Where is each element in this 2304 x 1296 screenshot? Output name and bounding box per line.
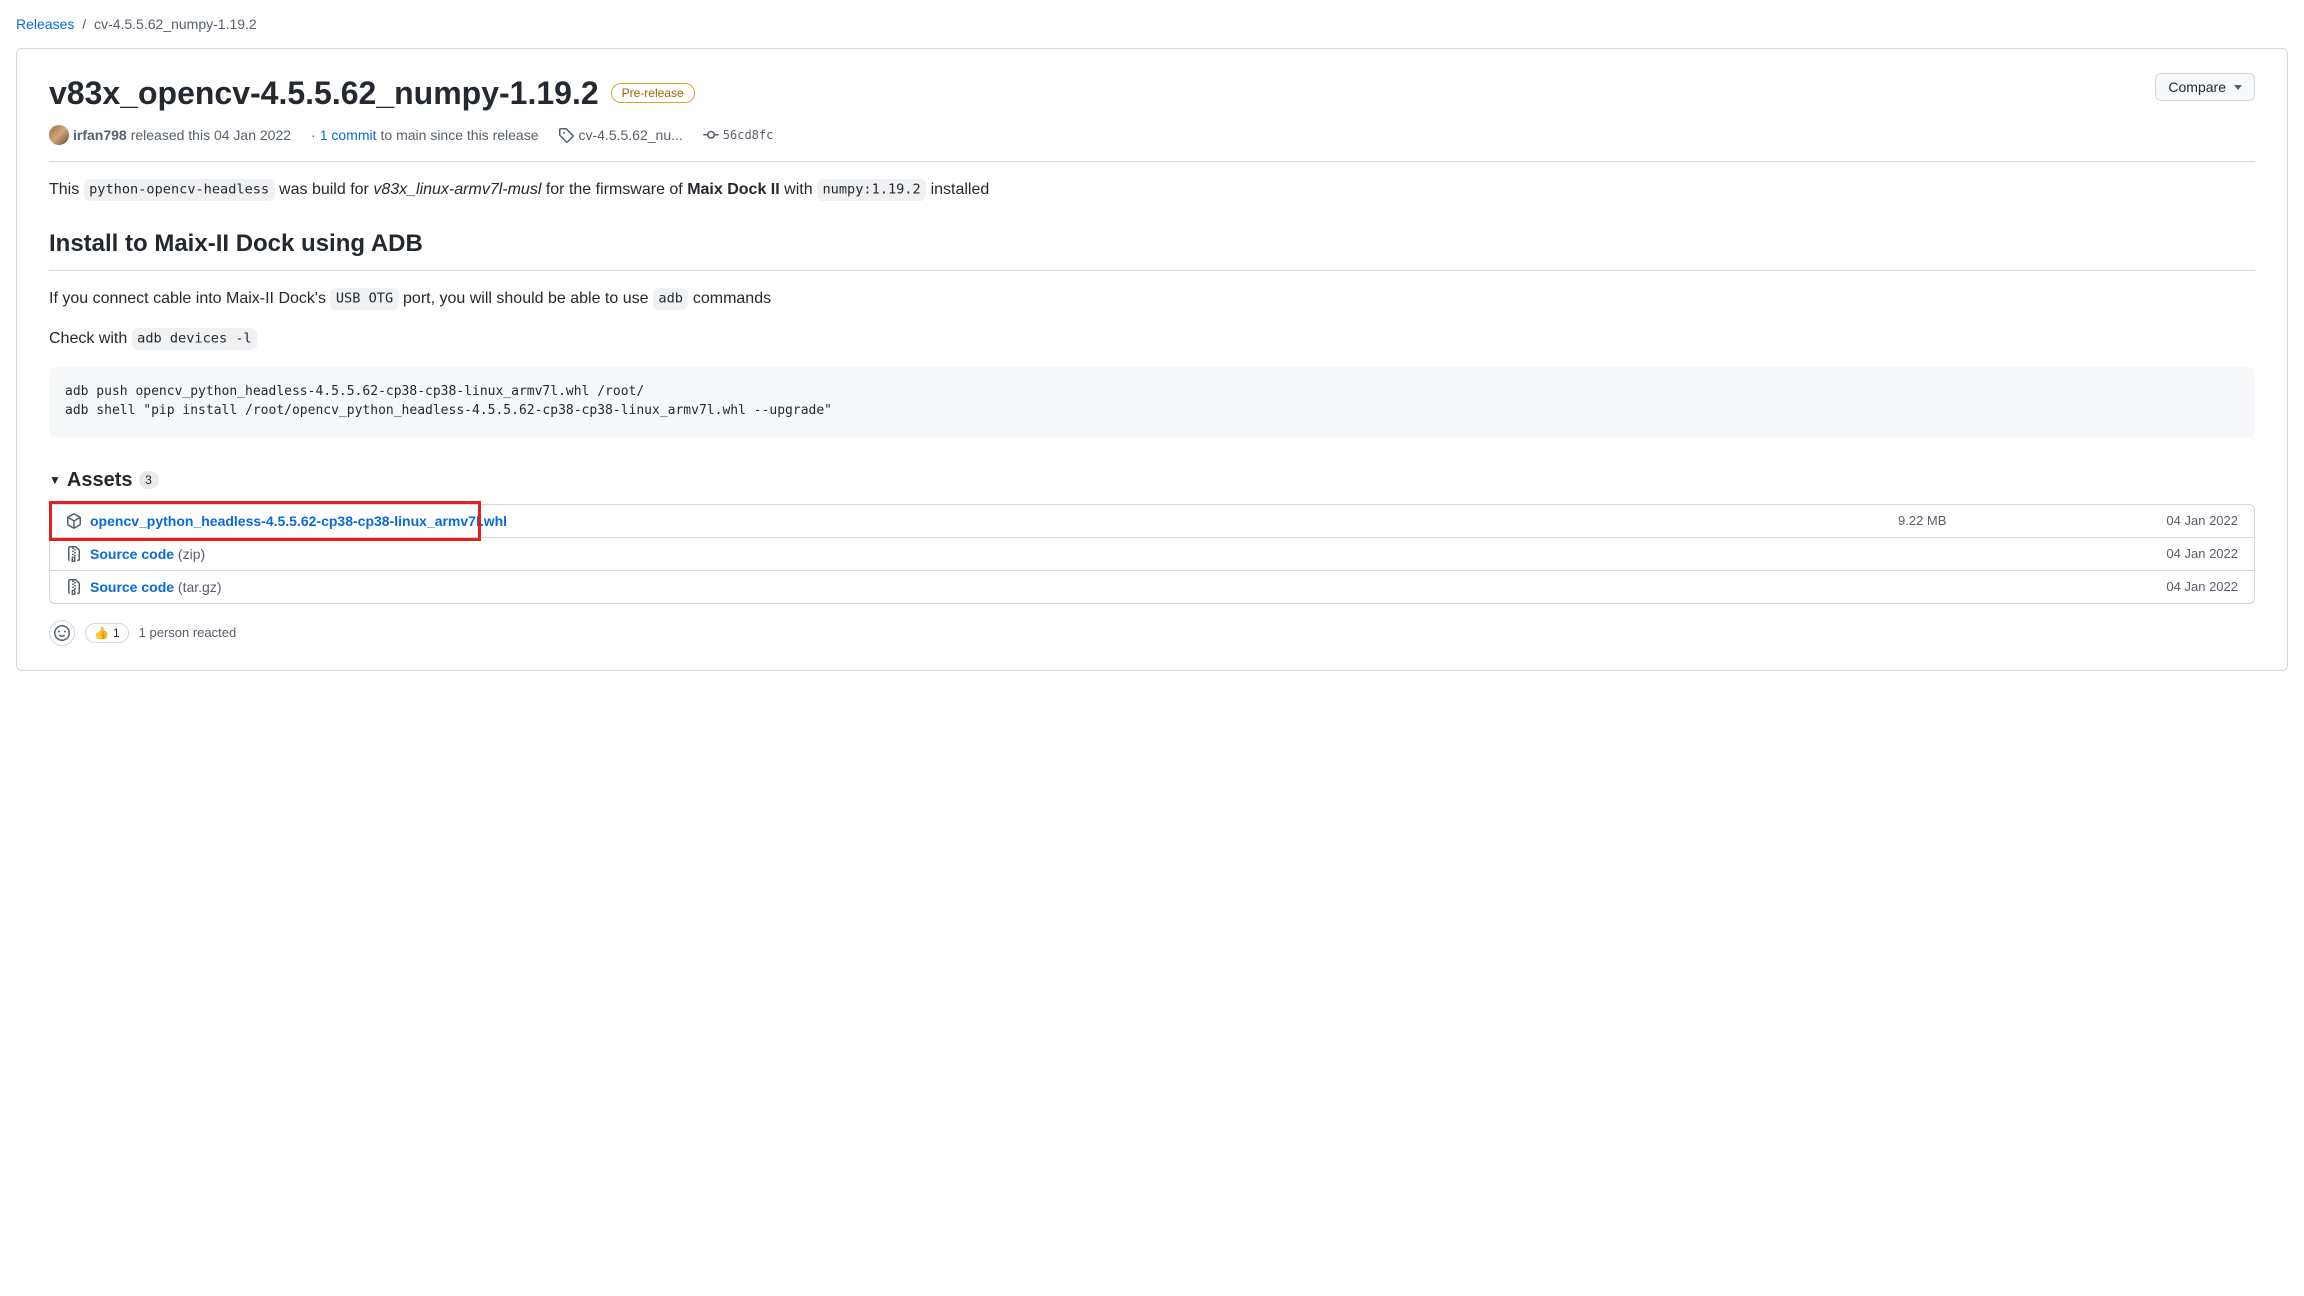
asset-link[interactable]: opencv_python_headless-4.5.5.62-cp38-cp3… xyxy=(90,513,507,529)
asset-date: 04 Jan 2022 xyxy=(2148,579,2238,594)
commit-icon xyxy=(703,127,719,143)
commit-sha-group[interactable]: 56cd8fc xyxy=(703,127,774,143)
tag-group[interactable]: cv-4.5.5.62_nu... xyxy=(558,127,682,143)
caret-down-icon xyxy=(2234,85,2242,90)
usb-paragraph: If you connect cable into Maix-II Dock's… xyxy=(49,287,2255,311)
intro-text-4: with xyxy=(780,181,817,198)
code-block: adb push opencv_python_headless-4.5.5.62… xyxy=(49,367,2255,437)
p3-code-1: adb devices -l xyxy=(132,328,257,349)
intro-em-1: v83x_linux-armv7l-musl xyxy=(373,181,541,198)
intro-code-2: numpy:1.19.2 xyxy=(817,179,926,200)
asset-ext: (tar.gz) xyxy=(178,579,222,595)
breadcrumb-current: cv-4.5.5.62_numpy-1.19.2 xyxy=(94,16,257,32)
release-meta: irfan798 released this 04 Jan 2022 · 1 c… xyxy=(49,125,2255,162)
avatar[interactable] xyxy=(49,125,69,145)
released-date-text: released this 04 Jan 2022 xyxy=(131,127,291,143)
release-header: v83x_opencv-4.5.5.62_numpy-1.19.2 Pre-re… xyxy=(49,73,2255,113)
asset-size: 9.22 MB xyxy=(1898,513,2148,528)
release-title: v83x_opencv-4.5.5.62_numpy-1.19.2 xyxy=(49,73,599,113)
package-icon xyxy=(66,513,82,529)
intro-code-1: python-opencv-headless xyxy=(84,179,275,200)
author-link[interactable]: irfan798 xyxy=(73,127,127,143)
commit-count-group: · 1 commit to main since this release xyxy=(311,127,538,143)
asset-ext: (zip) xyxy=(178,546,205,562)
p2-text-1: If you connect cable into Maix-II Dock's xyxy=(49,290,330,307)
assets-caret-icon: ▼ xyxy=(49,473,61,487)
assets-section: ▼ Assets 3 opencv_python_headless-4.5.5.… xyxy=(49,469,2255,604)
commit-bullet: · xyxy=(311,127,316,143)
p2-text-3: commands xyxy=(688,290,771,307)
p3-text-1: Check with xyxy=(49,330,132,347)
file-zip-icon xyxy=(66,546,82,562)
asset-name-cell: Source code (zip) xyxy=(66,546,1898,562)
asset-row: Source code (tar.gz) 04 Jan 2022 xyxy=(50,571,2254,603)
reactions: 👍 1 1 person reacted xyxy=(49,620,2255,646)
commit-count-link[interactable]: 1 commit xyxy=(320,127,377,143)
asset-link[interactable]: Source code (zip) xyxy=(90,546,205,562)
asset-link-name: Source code xyxy=(90,546,174,562)
release-title-group: v83x_opencv-4.5.5.62_numpy-1.19.2 Pre-re… xyxy=(49,73,695,113)
assets-count-badge: 3 xyxy=(139,471,159,489)
release-container: v83x_opencv-4.5.5.62_numpy-1.19.2 Pre-re… xyxy=(16,48,2288,671)
asset-link-name: Source code xyxy=(90,579,174,595)
asset-date: 04 Jan 2022 xyxy=(2148,546,2238,561)
tag-name: cv-4.5.5.62_nu... xyxy=(578,127,682,143)
asset-row: opencv_python_headless-4.5.5.62-cp38-cp3… xyxy=(50,505,2254,538)
commit-to-branch-text: to main since this release xyxy=(381,127,539,143)
tag-icon xyxy=(558,127,574,143)
p2-code-2: adb xyxy=(653,288,688,309)
compare-label: Compare xyxy=(2168,79,2226,95)
breadcrumb-separator: / xyxy=(82,16,86,32)
asset-date: 04 Jan 2022 xyxy=(2148,513,2238,528)
smiley-icon xyxy=(54,625,70,641)
install-heading: Install to Maix-II Dock using ADB xyxy=(49,226,2255,271)
reaction-thumbs-up[interactable]: 👍 1 xyxy=(85,623,129,643)
prerelease-badge: Pre-release xyxy=(611,83,695,103)
intro-text-2: was build for xyxy=(275,181,374,198)
file-zip-icon xyxy=(66,579,82,595)
thumbs-up-emoji: 👍 xyxy=(94,626,109,640)
intro-text-5: installed xyxy=(926,181,989,198)
reaction-count: 1 xyxy=(113,626,120,640)
breadcrumb: Releases / cv-4.5.5.62_numpy-1.19.2 xyxy=(16,16,2288,32)
release-body: This python-opencv-headless was build fo… xyxy=(49,178,2255,437)
intro-text-3: for the firmsware of xyxy=(541,181,687,198)
breadcrumb-releases-link[interactable]: Releases xyxy=(16,16,74,32)
assets-list: opencv_python_headless-4.5.5.62-cp38-cp3… xyxy=(49,504,2255,604)
intro-text-1: This xyxy=(49,181,84,198)
check-paragraph: Check with adb devices -l xyxy=(49,327,2255,351)
compare-button[interactable]: Compare xyxy=(2155,73,2255,101)
asset-name-cell: opencv_python_headless-4.5.5.62-cp38-cp3… xyxy=(66,513,1898,529)
intro-paragraph: This python-opencv-headless was build fo… xyxy=(49,178,2255,202)
asset-name-cell: Source code (tar.gz) xyxy=(66,579,1898,595)
release-author-group: irfan798 released this 04 Jan 2022 xyxy=(49,125,291,145)
add-reaction-button[interactable] xyxy=(49,620,75,646)
p2-text-2: port, you will should be able to use xyxy=(399,290,653,307)
assets-header-label: Assets xyxy=(67,469,133,492)
commit-sha: 56cd8fc xyxy=(723,128,774,142)
p2-code-1: USB OTG xyxy=(330,288,398,309)
assets-toggle[interactable]: ▼ Assets 3 xyxy=(49,469,2255,492)
asset-row: Source code (zip) 04 Jan 2022 xyxy=(50,538,2254,571)
asset-link[interactable]: Source code (tar.gz) xyxy=(90,579,222,595)
reaction-summary-text: 1 person reacted xyxy=(139,625,237,640)
intro-strong-1: Maix Dock II xyxy=(687,181,779,198)
